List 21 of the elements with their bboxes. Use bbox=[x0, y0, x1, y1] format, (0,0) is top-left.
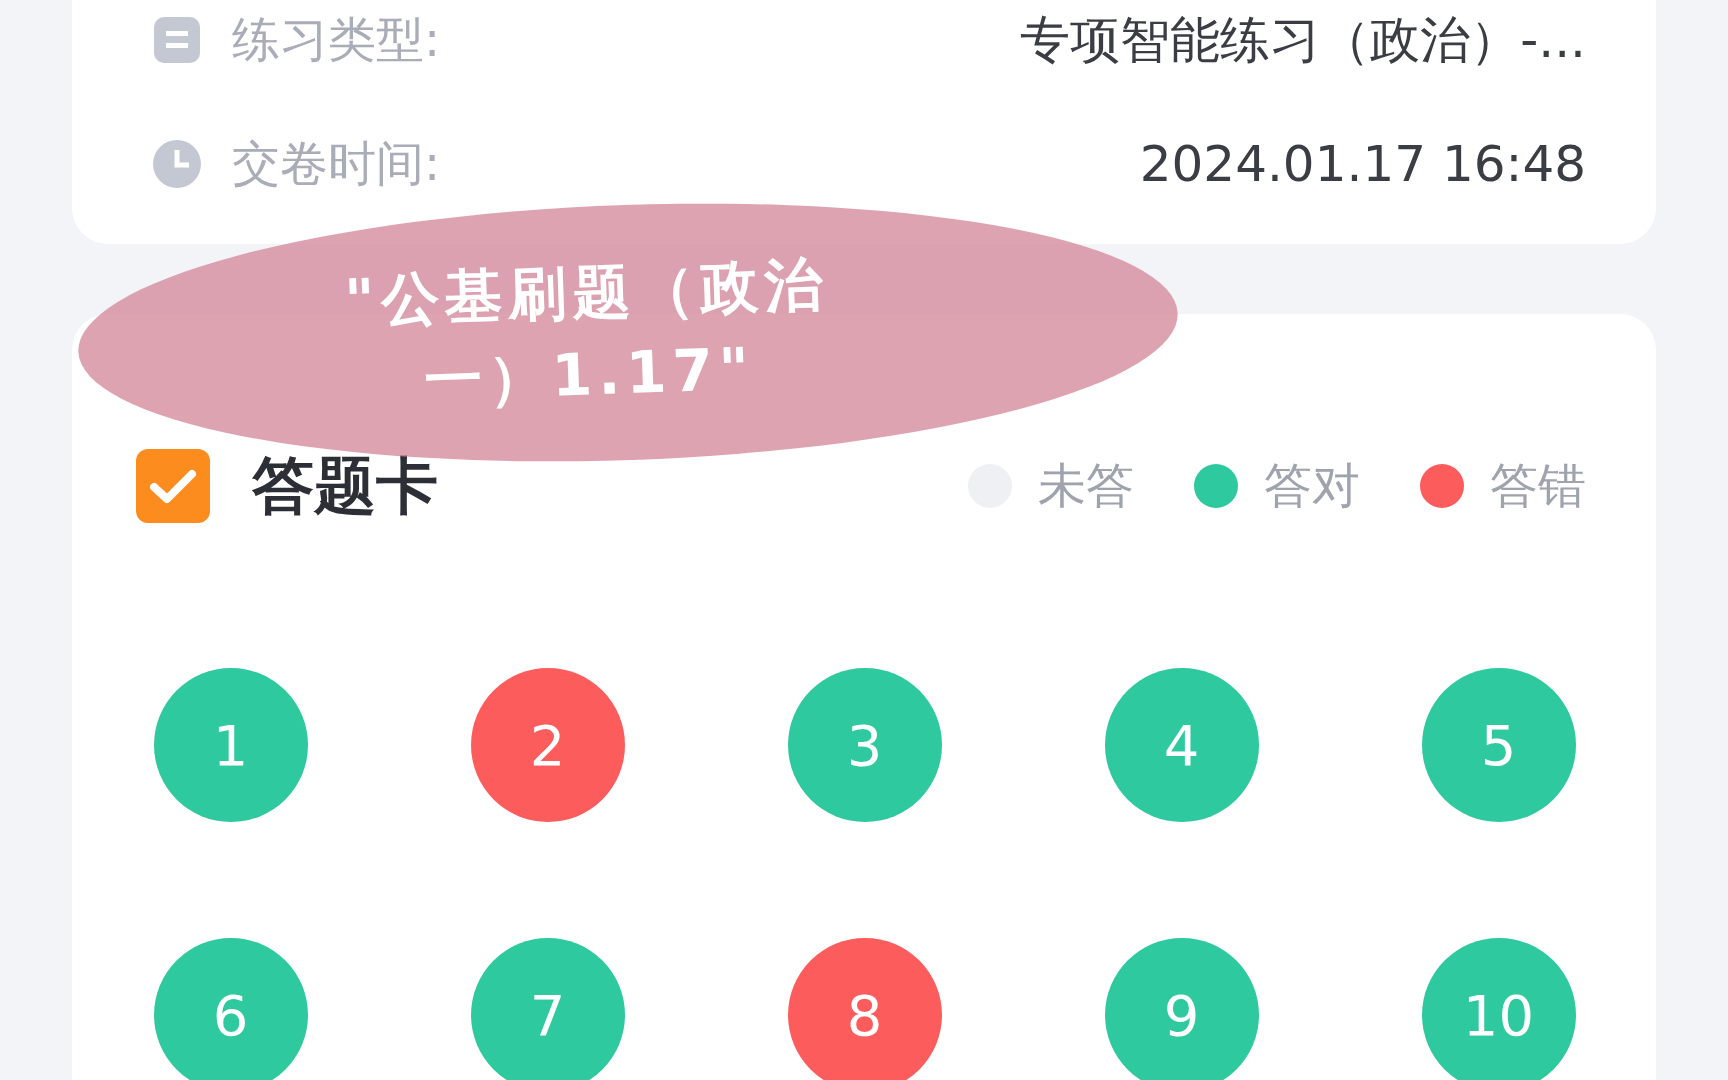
legend-label: 答对 bbox=[1264, 456, 1360, 515]
field-label: 交卷时间: bbox=[232, 134, 441, 193]
field-value: 2024.01.17 16:48 bbox=[1139, 135, 1586, 193]
question-number[interactable]: 3 bbox=[787, 668, 942, 822]
question-number[interactable]: 8 bbox=[787, 938, 942, 1080]
question-number[interactable]: 9 bbox=[1104, 938, 1259, 1080]
legend-label: 未答 bbox=[1038, 456, 1134, 515]
question-number[interactable]: 6 bbox=[153, 938, 308, 1080]
field-value: 专项智能练习（政治）-... bbox=[1020, 9, 1586, 71]
clock-icon bbox=[150, 137, 204, 191]
field-label: 练习类型: bbox=[232, 10, 441, 69]
question-number[interactable]: 4 bbox=[1104, 668, 1259, 822]
question-number[interactable]: 7 bbox=[470, 938, 625, 1080]
question-number[interactable]: 10 bbox=[1421, 938, 1576, 1080]
sticker-text: "公基刷题（政治 一）1.17" bbox=[343, 249, 831, 416]
section-title: 答题卡 bbox=[252, 448, 438, 524]
checkbox-icon bbox=[134, 447, 212, 525]
question-number[interactable]: 5 bbox=[1421, 668, 1576, 822]
legend-label: 答错 bbox=[1490, 456, 1586, 515]
question-number[interactable]: 2 bbox=[470, 668, 625, 822]
question-number[interactable]: 1 bbox=[153, 668, 308, 822]
